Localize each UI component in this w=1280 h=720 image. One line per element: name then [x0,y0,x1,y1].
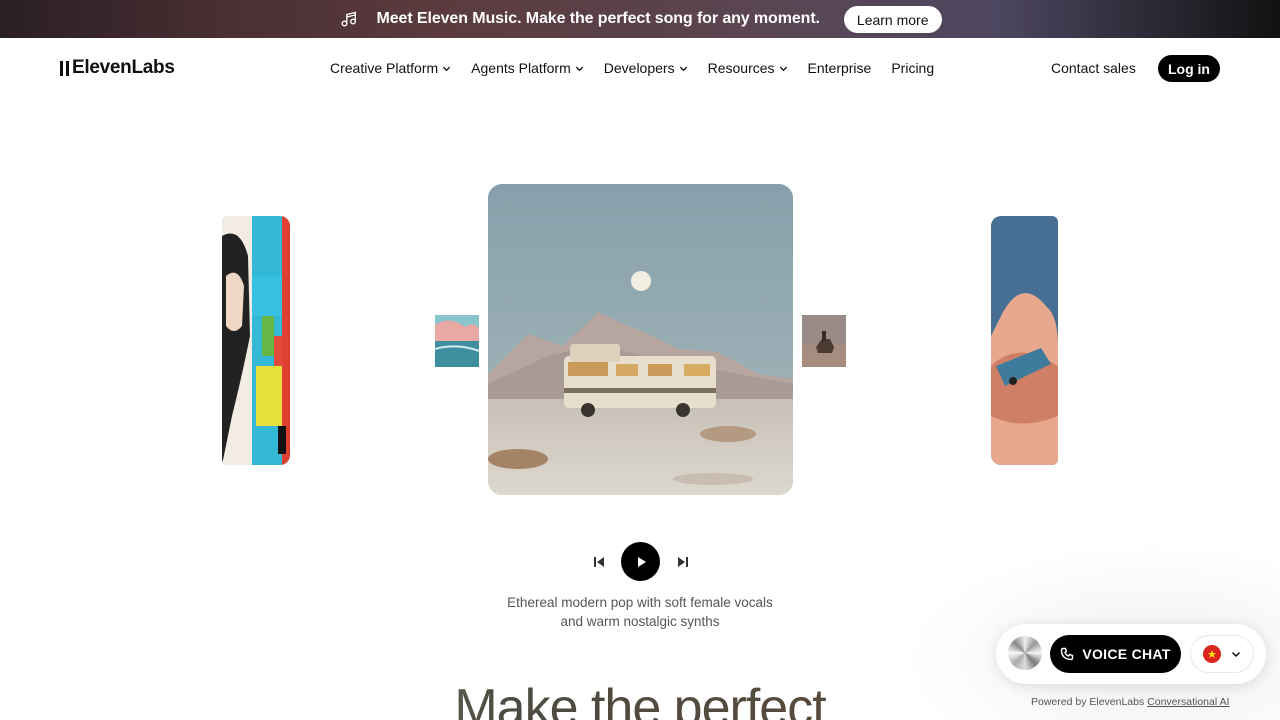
conversational-ai-link[interactable]: Conversational AI [1147,696,1229,708]
carousel-card-main[interactable] [488,184,793,495]
logo-text: ElevenLabs [72,57,175,78]
powered-prefix: Powered by ElevenLabs [1031,696,1148,708]
nav-label: Agents Platform [471,60,571,76]
nav-label: Enterprise [807,60,872,76]
nav-label: Pricing [891,60,935,76]
nav-pricing[interactable]: Pricing [891,60,934,76]
audio-player [590,542,690,582]
carousel-thumb-right[interactable] [802,315,846,367]
play-icon [637,556,646,567]
chevron-down-icon [1231,651,1241,658]
skip-forward-icon[interactable] [676,555,690,569]
nav-agents-platform[interactable]: Agents Platform [471,60,584,76]
nav-label: Creative Platform [330,60,439,76]
carousel-card-right[interactable] [991,216,1058,465]
banner-text: Meet Eleven Music. Make the perfect song… [376,10,821,27]
main-nav: Creative Platform Agents Platform Develo… [330,60,934,76]
carousel-thumb-left[interactable] [435,315,479,367]
nav-label: Resources [707,60,775,76]
logo-mark-icon [60,60,69,76]
logo[interactable]: ElevenLabs [60,57,175,79]
nav-developers[interactable]: Developers [604,60,688,76]
play-button[interactable] [621,542,660,581]
chevron-down-icon [443,66,451,71]
vietnam-flag-icon [1203,645,1221,663]
language-select[interactable] [1190,635,1254,673]
chevron-down-icon [679,66,687,71]
powered-by-text: Powered by ElevenLabs Conversational AI [1031,696,1229,708]
learn-more-button[interactable]: Learn more [843,5,942,33]
voice-chat-label: VOICE CHAT [1082,646,1171,662]
site-header: ElevenLabs Creative Platform Agents Plat… [0,38,1280,100]
login-button[interactable]: Log in [1158,55,1220,82]
caption-line: and warm nostalgic synths [560,614,720,629]
chevron-down-icon [779,66,787,71]
track-caption: Ethereal modern pop with soft female voc… [440,593,840,631]
caption-line: Ethereal modern pop with soft female voc… [507,595,773,610]
voice-chat-widget: VOICE CHAT [996,624,1266,684]
carousel-card-left[interactable] [222,216,290,465]
nav-label: Developers [603,60,675,76]
voice-chat-button[interactable]: VOICE CHAT [1050,635,1181,673]
skip-back-icon[interactable] [592,555,606,569]
agent-orb-icon [1008,636,1042,670]
phone-icon [1061,647,1074,661]
announcement-banner: Meet Eleven Music. Make the perfect song… [0,0,1280,38]
nav-enterprise[interactable]: Enterprise [808,60,872,76]
music-note-icon [339,9,359,29]
nav-creative-platform[interactable]: Creative Platform [330,60,451,76]
chevron-down-icon [575,66,583,71]
nav-resources[interactable]: Resources [708,60,788,76]
contact-sales-link[interactable]: Contact sales [1051,60,1136,76]
